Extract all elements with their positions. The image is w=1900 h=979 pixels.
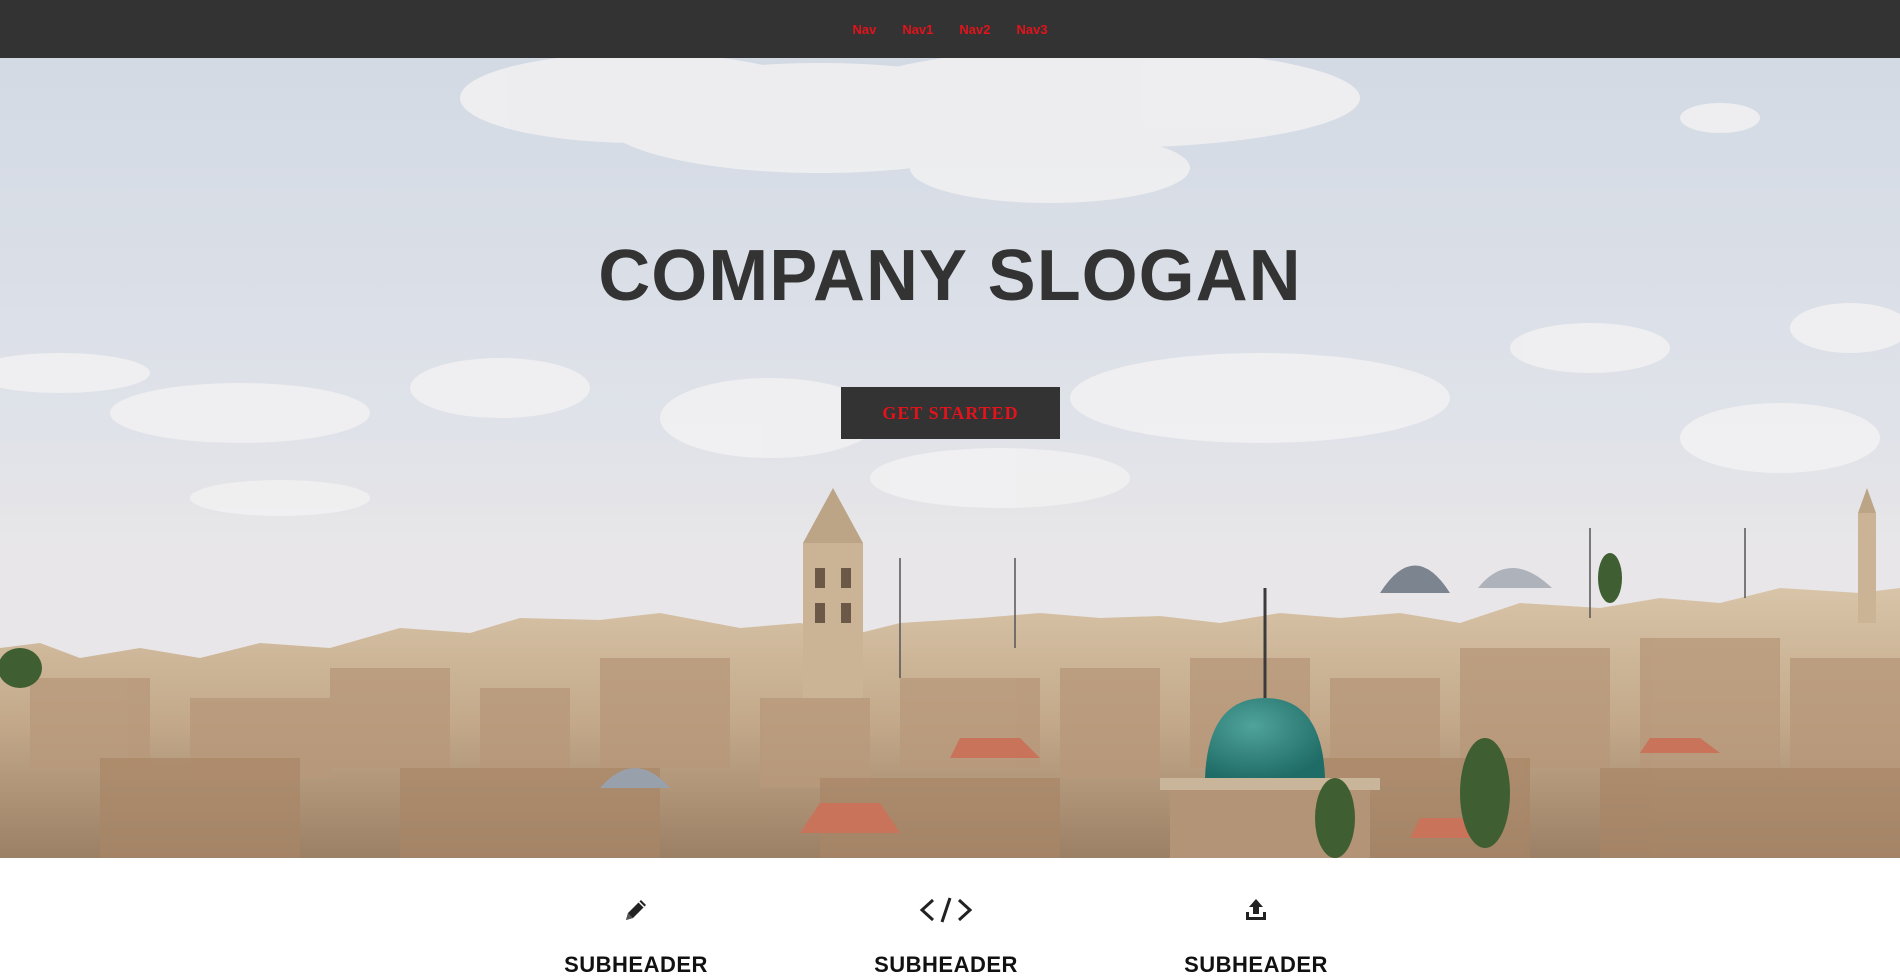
top-navigation: Nav Nav1 Nav2 Nav3 <box>0 0 1900 58</box>
hero-background-image <box>0 58 1900 858</box>
nav-link-nav1[interactable]: Nav1 <box>902 22 933 37</box>
features-section: SUBHEADER SUBHEADER SUBHEADER <box>0 858 1900 979</box>
feature-subheader: SUBHEADER <box>1184 952 1328 977</box>
feature-subheader: SUBHEADER <box>874 952 1018 977</box>
feature-subheader: SUBHEADER <box>564 952 708 977</box>
nav-link-nav3[interactable]: Nav3 <box>1016 22 1047 37</box>
company-slogan: COMPANY SLOGAN <box>598 236 1302 316</box>
nav-link-nav[interactable]: Nav <box>852 22 876 37</box>
nav-link-nav2[interactable]: Nav2 <box>959 22 990 37</box>
pencil-icon <box>516 894 756 926</box>
get-started-button[interactable]: GET STARTED <box>841 387 1060 439</box>
code-icon <box>826 894 1066 926</box>
hero-section: COMPANY SLOGAN GET STARTED <box>0 58 1900 858</box>
upload-icon <box>1136 894 1376 926</box>
